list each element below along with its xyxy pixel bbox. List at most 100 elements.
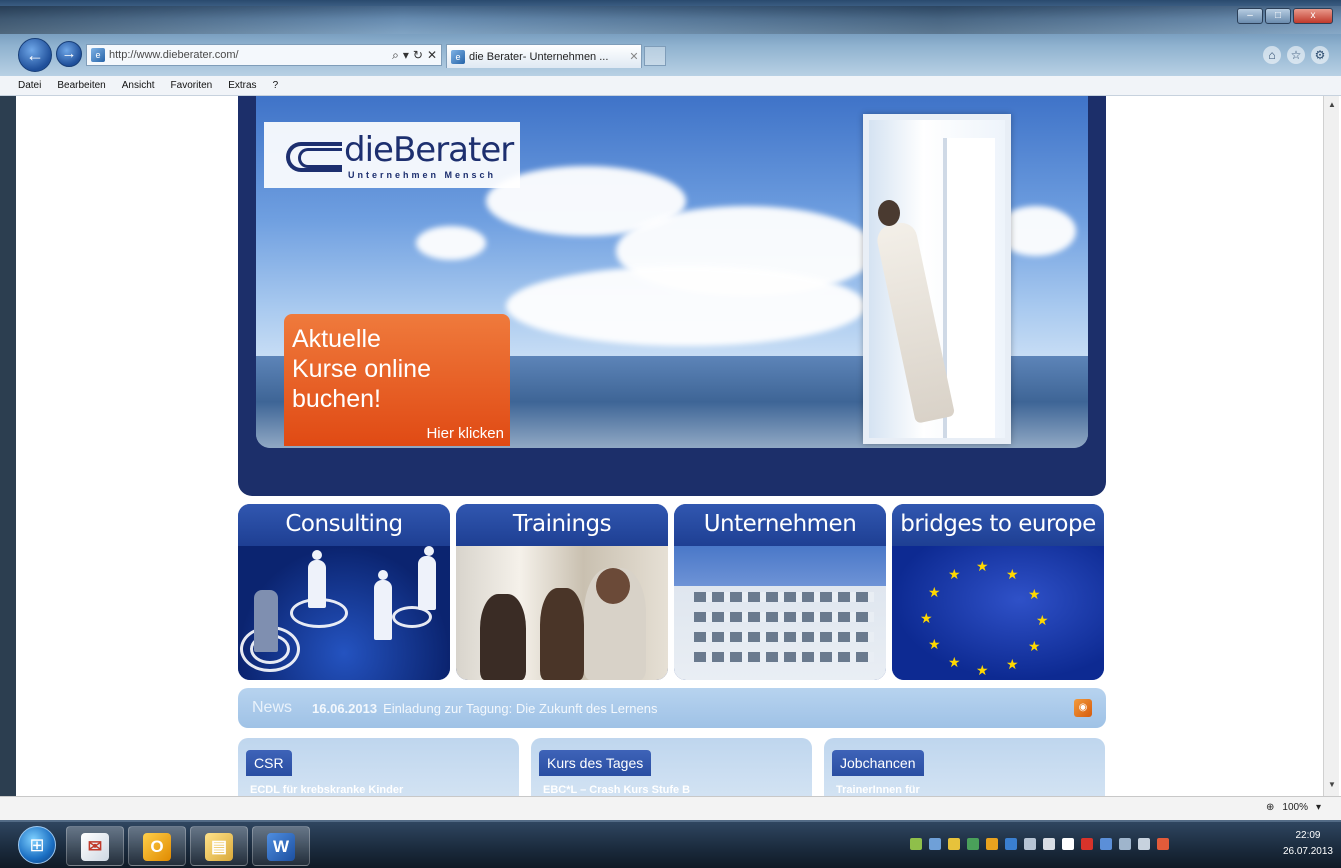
rss-icon[interactable]: ◉	[1074, 699, 1092, 717]
person-icon	[254, 590, 278, 652]
info-boxes: CSR ECDL für krebskranke Kinder Kurs des…	[238, 738, 1106, 796]
tray-icon[interactable]	[986, 838, 998, 850]
page-viewport: dieBerater Unternehmen Mensch Aktuelle K…	[16, 96, 1323, 796]
zoom-level[interactable]: 100%	[1282, 802, 1308, 813]
menu-datei[interactable]: Datei	[18, 80, 41, 91]
promo-cta-link[interactable]: Hier klicken	[426, 425, 504, 442]
tray-icon[interactable]	[948, 838, 960, 850]
close-window-button[interactable]: x	[1293, 8, 1333, 24]
tile-bridges-to-europe[interactable]: bridges to europe ★ ★ ★ ★ ★ ★ ★ ★ ★ ★ ★ …	[892, 504, 1104, 680]
star-icon: ★	[976, 558, 989, 574]
tray-icon[interactable]	[1157, 838, 1169, 850]
network-icon[interactable]	[1119, 838, 1131, 850]
tab-close-icon[interactable]: ✕	[627, 50, 641, 63]
tile-label: Trainings	[456, 504, 668, 546]
box-link[interactable]: ECDL für krebskranke Kinder	[250, 784, 403, 796]
zoom-control[interactable]: ⊕ 100% ▾	[1266, 802, 1321, 813]
tile-label: Consulting	[238, 504, 450, 546]
news-headline-link[interactable]: Einladung zur Tagung: Die Zukunft des Le…	[383, 701, 1074, 716]
search-icon[interactable]: ⌕	[392, 48, 399, 63]
box-title: Jobchancen	[832, 750, 924, 776]
clock-date: 26.07.2013	[1282, 846, 1333, 857]
menu-favoriten[interactable]: Favoriten	[171, 80, 213, 91]
tray-icon[interactable]	[1005, 838, 1017, 850]
taskbar-clock[interactable]: 22:09 26.07.2013	[1283, 828, 1333, 860]
tile-label: Unternehmen	[674, 504, 886, 546]
promo-line: buchen!	[292, 385, 381, 413]
start-button[interactable]: ⊞	[18, 826, 56, 864]
cloud-shape	[416, 226, 486, 260]
tray-icon[interactable]	[967, 838, 979, 850]
flag-icon[interactable]	[1081, 838, 1093, 850]
outlook-icon: O	[143, 833, 171, 861]
forward-button[interactable]: →	[56, 41, 82, 67]
network-icon: ✉	[81, 833, 109, 861]
tray-icon[interactable]	[910, 838, 922, 850]
star-icon: ★	[948, 654, 961, 670]
star-icon: ★	[928, 584, 941, 600]
promo-book-courses[interactable]: Aktuelle Kurse online buchen! Hier klick…	[284, 314, 510, 446]
volume-icon[interactable]	[1138, 838, 1150, 850]
menu-ansicht[interactable]: Ansicht	[122, 80, 155, 91]
person-icon	[596, 568, 630, 604]
address-bar[interactable]: e http://www.dieberater.com/ ⌕ ▾ ↻ ✕	[86, 44, 442, 66]
tile-unternehmen[interactable]: Unternehmen	[674, 504, 886, 680]
scroll-down-icon[interactable]: ▼	[1327, 780, 1337, 790]
menu-help[interactable]: ?	[273, 80, 279, 91]
person-icon	[374, 580, 392, 640]
home-icon[interactable]: ⌂	[1263, 46, 1281, 64]
logo-name: dieBerater	[344, 130, 514, 170]
back-button[interactable]: ←	[18, 38, 52, 72]
consulting-image	[238, 546, 450, 680]
person-icon	[480, 594, 526, 680]
word-icon: W	[267, 833, 295, 861]
box-csr[interactable]: CSR ECDL für krebskranke Kinder	[238, 738, 519, 796]
refresh-icon[interactable]: ↻	[413, 48, 423, 63]
star-icon: ★	[928, 636, 941, 652]
favorites-star-icon[interactable]: ☆	[1287, 46, 1305, 64]
address-actions: ⌕ ▾ ↻ ✕	[392, 48, 441, 63]
star-icon: ★	[1028, 638, 1041, 654]
maximize-button[interactable]: □	[1265, 8, 1291, 24]
promo-line: Aktuelle	[292, 325, 381, 353]
taskbar-app-explorer[interactable]: ✉	[66, 826, 124, 866]
taskbar-app-outlook[interactable]: O	[128, 826, 186, 866]
box-link[interactable]: TrainerInnen für	[836, 784, 920, 796]
minimize-button[interactable]: –	[1237, 8, 1263, 24]
stop-icon[interactable]: ✕	[427, 48, 437, 63]
vertical-scrollbar[interactable]: ▲ ▼	[1323, 96, 1339, 796]
tray-icon[interactable]	[929, 838, 941, 850]
tray-icon[interactable]	[1024, 838, 1036, 850]
menu-bar: Datei Bearbeiten Ansicht Favoriten Extra…	[0, 76, 1341, 96]
box-link[interactable]: EBC*L – Crash Kurs Stufe B	[543, 784, 690, 796]
promo-line: Kurse online	[292, 355, 431, 383]
box-jobchancen[interactable]: Jobchancen TrainerInnen für	[824, 738, 1105, 796]
tile-consulting[interactable]: Consulting	[238, 504, 450, 680]
box-kurs-des-tages[interactable]: Kurs des Tages EBC*L – Crash Kurs Stufe …	[531, 738, 812, 796]
status-bar: ⊕ 100% ▾	[0, 796, 1341, 820]
woman-head	[878, 200, 900, 226]
tray-icon[interactable]	[1100, 838, 1112, 850]
scroll-up-icon[interactable]: ▲	[1327, 100, 1337, 110]
compat-icon[interactable]: ▾	[403, 48, 409, 63]
trainings-image	[456, 546, 668, 680]
taskbar-app-word[interactable]: W	[252, 826, 310, 866]
tab-dieberater[interactable]: e die Berater- Unternehmen ... ✕	[446, 44, 642, 68]
chevron-down-icon[interactable]: ▾	[1316, 802, 1321, 813]
tray-icon[interactable]	[1043, 838, 1055, 850]
tile-trainings[interactable]: Trainings	[456, 504, 668, 680]
logo-swoosh-icon	[298, 148, 342, 168]
news-ticker[interactable]: News 16.06.2013 Einladung zur Tagung: Di…	[238, 688, 1106, 728]
taskbar-app-files[interactable]: ▤	[190, 826, 248, 866]
star-icon: ★	[1036, 612, 1049, 628]
menu-bearbeiten[interactable]: Bearbeiten	[57, 80, 105, 91]
gear-icon[interactable]: ⚙	[1311, 46, 1329, 64]
site-logo[interactable]: dieBerater Unternehmen Mensch	[264, 122, 520, 188]
tray-icon[interactable]	[1062, 838, 1074, 850]
new-tab-button[interactable]	[644, 46, 666, 66]
star-icon: ★	[1006, 566, 1019, 582]
news-date: 16.06.2013	[312, 700, 378, 716]
menu-extras[interactable]: Extras	[228, 80, 256, 91]
address-url[interactable]: http://www.dieberater.com/	[109, 49, 392, 61]
site-favicon-icon: e	[91, 48, 105, 62]
